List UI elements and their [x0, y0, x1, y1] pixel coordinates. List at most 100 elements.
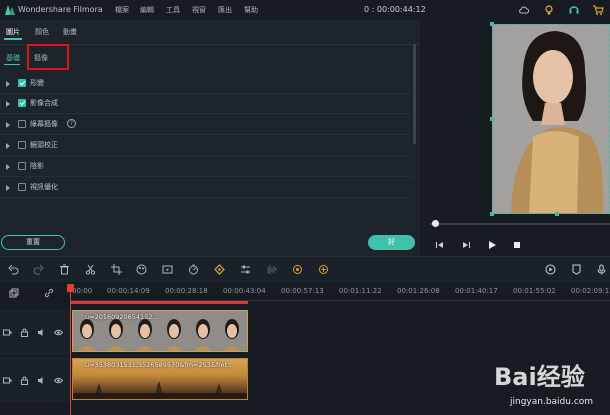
timecode-display: 0 : 00:00:44:12: [364, 5, 426, 14]
ruler-label: 00:00: [72, 287, 93, 295]
property-video-enhance[interactable]: 視訊優化: [0, 178, 412, 198]
row-divider: [0, 134, 412, 135]
transform-checkbox[interactable]: [18, 79, 26, 87]
property-lens-correction[interactable]: 鏡頭校正: [0, 136, 412, 156]
app-title: Wondershare Filmora: [18, 5, 103, 14]
timeline-clip-background[interactable]: u=3538031531,3526589570&fm=253&fmt...: [72, 358, 248, 400]
preview-progress-bar[interactable]: [430, 223, 610, 225]
clip-filename: u=20160920654152...: [85, 313, 159, 321]
lock-icon[interactable]: [20, 376, 29, 385]
clip-filename: u=3538031531,3526589570&fm=253&fmt...: [85, 361, 234, 369]
resize-handle[interactable]: [490, 22, 494, 26]
property-label: 陰影: [30, 162, 44, 170]
link-icon[interactable]: [44, 288, 54, 298]
snapshot-icon[interactable]: [162, 264, 173, 275]
playhead[interactable]: [70, 284, 71, 415]
expand-arrow-icon[interactable]: [6, 185, 10, 191]
ok-button[interactable]: 好: [368, 235, 415, 250]
menu-export[interactable]: 匯出: [218, 5, 232, 15]
help-icon[interactable]: ?: [67, 119, 76, 128]
tab-color[interactable]: 顏色: [35, 27, 49, 37]
expand-arrow-icon[interactable]: [6, 143, 10, 149]
row-divider: [0, 155, 412, 156]
mic-icon[interactable]: [596, 264, 607, 275]
play-icon[interactable]: [487, 240, 497, 250]
tab-image[interactable]: 圖片: [6, 27, 20, 37]
compositing-checkbox[interactable]: [18, 99, 26, 107]
preview-image[interactable]: [492, 24, 610, 214]
video-enhance-checkbox[interactable]: [18, 183, 26, 191]
expand-arrow-icon[interactable]: [6, 101, 10, 107]
menu-window[interactable]: 視窗: [192, 5, 206, 15]
lock-icon[interactable]: [20, 328, 29, 337]
active-tab-indicator: [4, 38, 22, 40]
marker-icon[interactable]: [571, 264, 582, 275]
speaker-icon[interactable]: [37, 376, 46, 385]
chroma-key-checkbox[interactable]: [18, 120, 26, 128]
crop-icon[interactable]: [111, 264, 122, 275]
row-divider: [0, 176, 412, 177]
menu-help[interactable]: 幫助: [244, 5, 258, 15]
ruler-label: 00:01:40:17: [455, 287, 498, 295]
color-icon[interactable]: [136, 264, 147, 275]
property-transform[interactable]: 形變: [0, 74, 412, 94]
scrollbar[interactable]: [413, 44, 416, 144]
menu-tools[interactable]: 工具: [166, 5, 180, 15]
work-area-bar[interactable]: [70, 301, 248, 304]
expand-arrow-icon[interactable]: [6, 164, 10, 170]
ruler-label: 00:02:09:12: [571, 287, 610, 295]
cut-icon[interactable]: [85, 264, 96, 275]
video-track-icon: [3, 329, 12, 336]
stabilize-icon[interactable]: [318, 264, 329, 275]
active-subtab-indicator: [4, 64, 20, 65]
audio-mix-icon[interactable]: [266, 264, 277, 275]
shadow-checkbox[interactable]: [18, 162, 26, 170]
delete-icon[interactable]: [59, 264, 70, 275]
row-divider: [0, 197, 412, 198]
speed-icon[interactable]: [188, 264, 199, 275]
timeline-clip-portrait[interactable]: u=20160920654152...: [72, 310, 248, 352]
adjust-icon[interactable]: [240, 264, 251, 275]
keyframe-icon[interactable]: [214, 264, 225, 275]
menu-file[interactable]: 檔案: [115, 5, 129, 15]
stop-icon[interactable]: [512, 240, 522, 250]
speaker-icon[interactable]: [37, 328, 46, 337]
redo-icon[interactable]: [33, 264, 44, 275]
reset-button[interactable]: 重置: [1, 235, 65, 250]
property-label: 綠幕摳像: [30, 120, 58, 128]
render-icon[interactable]: [545, 264, 556, 275]
expand-arrow-icon[interactable]: [6, 81, 10, 87]
subtab-basic[interactable]: 基礎: [6, 53, 20, 63]
resize-handle[interactable]: [555, 212, 559, 216]
ruler-label: 00:00:14:09: [107, 287, 150, 295]
tab-animation[interactable]: 動畫: [63, 27, 77, 37]
cloud-icon[interactable]: [518, 4, 530, 16]
motion-track-icon[interactable]: [292, 264, 303, 275]
resize-handle[interactable]: [490, 212, 494, 216]
headset-icon[interactable]: [568, 4, 580, 16]
ruler-label: 00:00:57:13: [281, 287, 324, 295]
ruler-label: 00:01:55:02: [513, 287, 556, 295]
resize-handle[interactable]: [490, 117, 494, 121]
lens-correction-checkbox[interactable]: [18, 141, 26, 149]
progress-knob[interactable]: [432, 220, 439, 227]
playhead-handle[interactable]: [67, 284, 74, 292]
property-chroma-key[interactable]: 綠幕摳像 ?: [0, 115, 412, 135]
property-label: 影像合成: [30, 99, 58, 107]
property-shadow[interactable]: 陰影: [0, 157, 412, 177]
video-track-icon: [3, 377, 12, 384]
menu-edit[interactable]: 編輯: [140, 5, 154, 15]
filmora-logo-icon: [5, 5, 15, 15]
eye-icon[interactable]: [54, 376, 63, 385]
bulb-icon[interactable]: [543, 4, 555, 16]
cart-icon[interactable]: [592, 4, 604, 16]
property-compositing[interactable]: 影像合成: [0, 94, 412, 114]
ruler-label: 00:00:43:04: [223, 287, 266, 295]
add-track-icon[interactable]: [9, 288, 19, 298]
expand-arrow-icon[interactable]: [6, 122, 10, 128]
prev-frame-icon[interactable]: [435, 240, 445, 250]
undo-icon[interactable]: [8, 264, 19, 275]
play-pause-icon[interactable]: [461, 240, 471, 250]
eye-icon[interactable]: [54, 328, 63, 337]
row-divider: [0, 113, 412, 114]
